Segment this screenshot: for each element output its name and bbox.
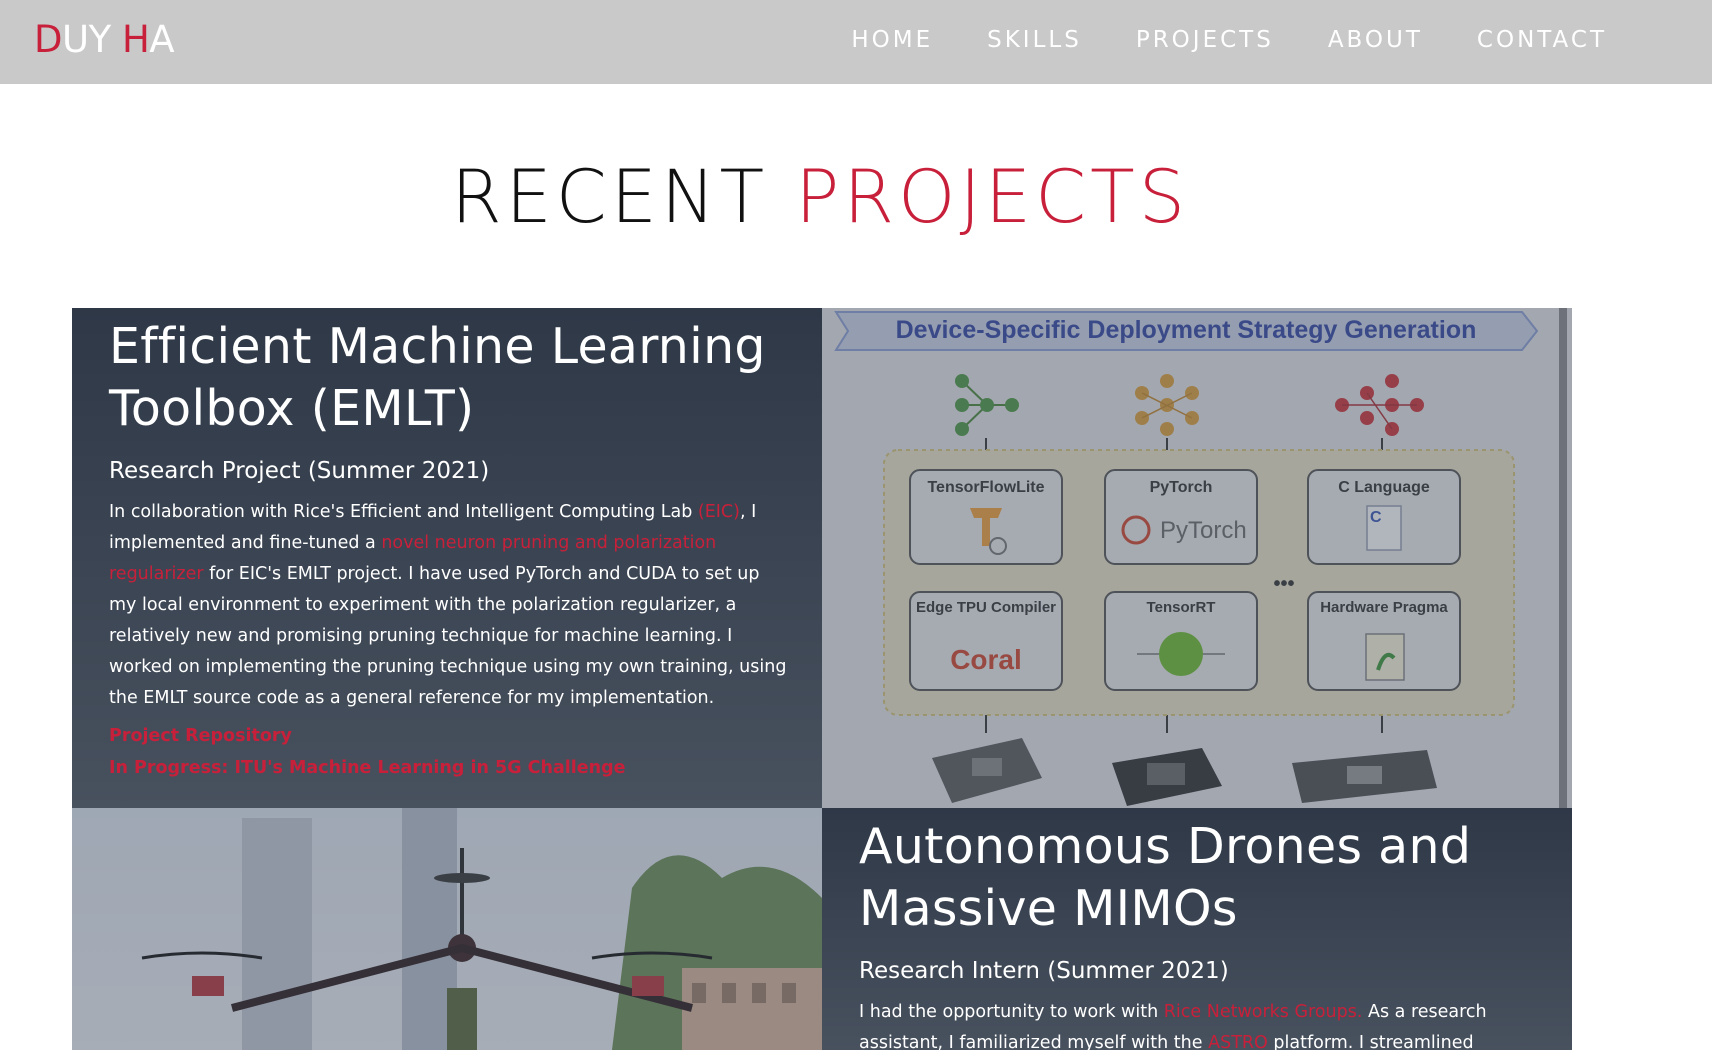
image-overlay [72,808,822,1050]
project-subtitle: Research Intern (Summer 2021) [859,958,1229,984]
section-title-recent: RECENT [450,155,796,240]
eic-link[interactable]: (EIC) [698,502,740,522]
main-nav: HOME SKILLS PROJECTS ABOUT CONTACT [851,27,1607,53]
logo-text-uy: UY [62,18,122,61]
rice-networks-link[interactable]: Rice Networks Groups. [1164,1002,1363,1022]
astro-link[interactable]: ASTRO [1208,1033,1268,1050]
navbar: DUY HA HOME SKILLS PROJECTS ABOUT CONTAC… [0,0,1712,84]
drone-photo [72,808,822,1050]
project-subtitle: Research Project (Summer 2021) [109,458,490,484]
image-overlay [822,308,1572,808]
logo-letter-a: A [149,18,175,61]
logo-letter-h: H [121,18,150,61]
project-description: In collaboration with Rice's Efficient a… [109,502,787,708]
nav-contact[interactable]: CONTACT [1477,27,1607,53]
nav-about[interactable]: ABOUT [1328,27,1423,53]
project-title: Autonomous Drones and Massive MIMOs [859,818,1472,937]
section-title: RECENT PROJECTS [0,155,1640,240]
section-title-projects: PROJECTS [795,155,1190,240]
project-description: I had the opportunity to work with Rice … [859,997,1572,1050]
nav-home[interactable]: HOME [851,27,933,53]
emlt-diagram-image: Device-Specific Deployment Strategy Gene… [822,308,1572,808]
project-repository-link[interactable]: Project Repository [109,726,822,746]
logo-letter-d: D [34,18,63,61]
site-logo[interactable]: DUY HA [34,18,175,61]
itu-challenge-link[interactable]: In Progress: ITU's Machine Learning in 5… [109,758,822,778]
project-card-drones: Autonomous Drones and Massive MIMOs Rese… [822,808,1572,1050]
nav-projects[interactable]: PROJECTS [1136,27,1274,53]
nav-skills[interactable]: SKILLS [987,27,1082,53]
project-title: Efficient Machine Learning Toolbox (EMLT… [109,318,766,437]
project-card-emlt: Efficient Machine Learning Toolbox (EMLT… [72,308,822,808]
